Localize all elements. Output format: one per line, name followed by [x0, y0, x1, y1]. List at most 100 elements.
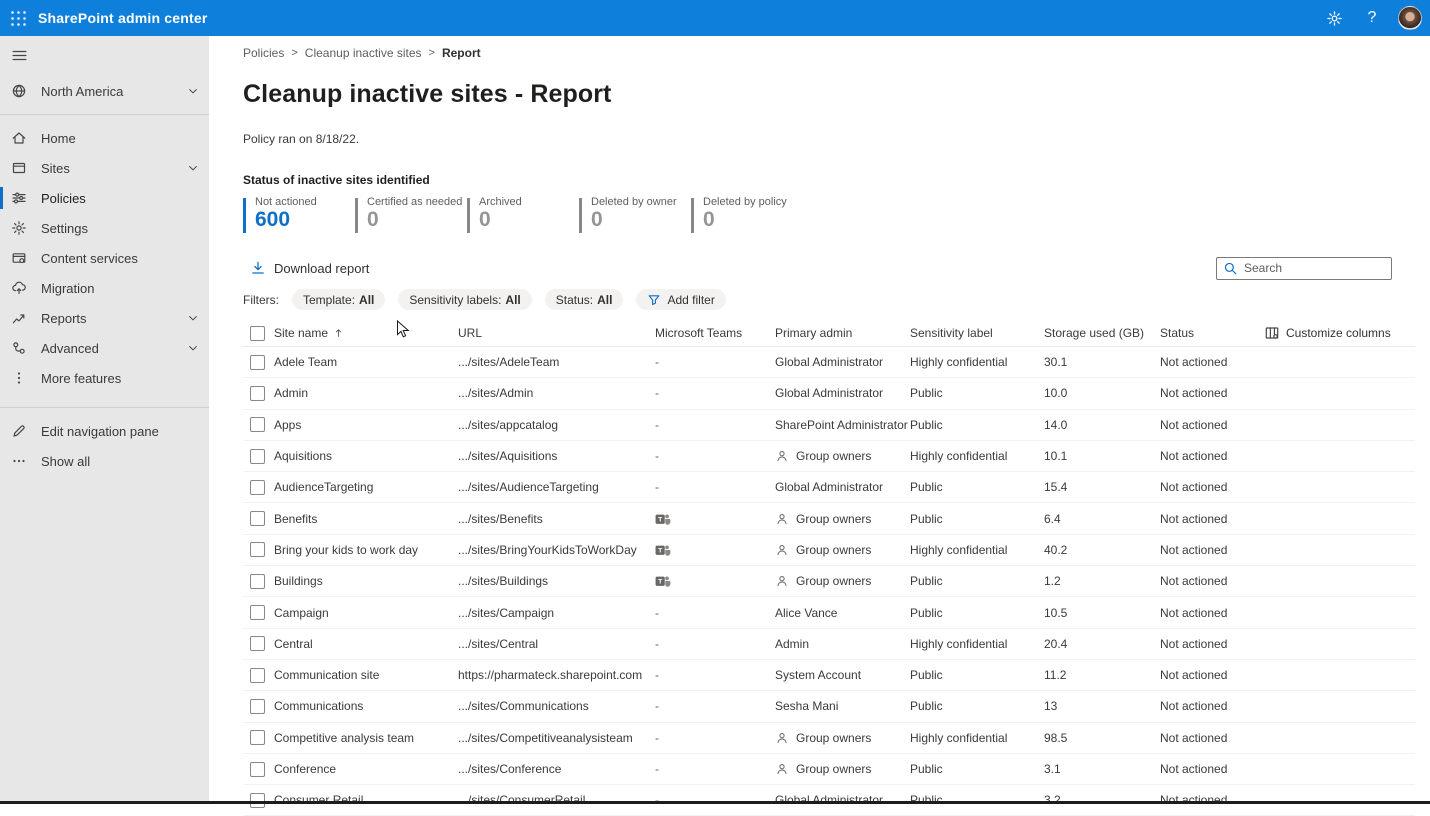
- sensitivity-label-cell: Highly confidential: [910, 731, 1044, 745]
- storage-used-cell: 13: [1044, 699, 1160, 713]
- table-row[interactable]: Central .../sites/Central - Admin Highly…: [243, 629, 1415, 660]
- sidebar-item-migration[interactable]: Migration: [0, 273, 209, 303]
- table-row[interactable]: Admin .../sites/Admin - Global Administr…: [243, 378, 1415, 409]
- column-header-sensitivity-label[interactable]: Sensitivity label: [910, 326, 1044, 340]
- primary-admin-cell: Group owners: [775, 574, 910, 588]
- column-label: URL: [458, 326, 482, 340]
- row-checkbox[interactable]: [250, 574, 265, 589]
- help-icon[interactable]: ?: [1360, 6, 1384, 30]
- divider: [0, 114, 209, 115]
- table-row[interactable]: Bring your kids to work day .../sites/Br…: [243, 535, 1415, 566]
- breadcrumb-item[interactable]: Policies: [243, 46, 284, 60]
- site-name-cell: AudienceTargeting: [274, 480, 458, 494]
- microsoft-teams-cell: -: [655, 418, 775, 432]
- customize-columns-button[interactable]: Customize columns: [1264, 325, 1415, 341]
- filter-pill[interactable]: Template: All: [292, 289, 385, 310]
- storage-used-cell: 30.1: [1044, 355, 1160, 369]
- globe-icon: [11, 83, 27, 99]
- search-box[interactable]: [1216, 257, 1392, 280]
- column-label: Site name: [274, 326, 328, 340]
- customize-columns-icon: [1264, 325, 1280, 341]
- table-row[interactable]: AudienceTargeting .../sites/AudienceTarg…: [243, 472, 1415, 503]
- sidebar-item-home[interactable]: Home: [0, 123, 209, 153]
- sidebar-item-show-all[interactable]: Show all: [0, 446, 209, 476]
- app-launcher-waffle-icon[interactable]: [0, 0, 36, 36]
- primary-admin-text: System Account: [775, 668, 861, 682]
- add-filter-button[interactable]: Add filter: [636, 289, 725, 310]
- table-row[interactable]: Adele Team .../sites/AdeleTeam - Global …: [243, 347, 1415, 378]
- column-header-url[interactable]: URL: [458, 326, 655, 340]
- row-checkbox[interactable]: [250, 417, 265, 432]
- filter-pill[interactable]: Status: All: [545, 289, 624, 310]
- stat-accent-bar: [467, 198, 470, 233]
- sidebar-item-reports[interactable]: Reports: [0, 303, 209, 333]
- row-checkbox[interactable]: [250, 762, 265, 777]
- primary-admin-text: Sesha Mani: [775, 699, 838, 713]
- row-checkbox[interactable]: [250, 699, 265, 714]
- primary-admin-text: Group owners: [796, 512, 871, 526]
- sidebar-item-policies[interactable]: Policies: [0, 183, 209, 213]
- row-checkbox[interactable]: [250, 511, 265, 526]
- filter-pill[interactable]: Sensitivity labels: All: [398, 289, 531, 310]
- column-header-status[interactable]: Status: [1160, 326, 1264, 340]
- table-row[interactable]: Conference .../sites/Conference - Group …: [243, 754, 1415, 785]
- site-name-cell: Conference: [274, 762, 458, 776]
- row-checkbox[interactable]: [250, 668, 265, 683]
- filter-pill-name: Status:: [556, 293, 593, 307]
- table-row[interactable]: Communications .../sites/Communications …: [243, 691, 1415, 722]
- filter-pill-value: All: [359, 293, 374, 307]
- site-name-cell: Admin: [274, 386, 458, 400]
- storage-used-cell: 3.1: [1044, 762, 1160, 776]
- row-checkbox[interactable]: [250, 636, 265, 651]
- stat-value: 0: [591, 208, 677, 232]
- row-checkbox[interactable]: [250, 355, 265, 370]
- table-row[interactable]: Buildings .../sites/Buildings T Group ow…: [243, 566, 1415, 597]
- row-checkbox[interactable]: [250, 605, 265, 620]
- customize-columns-label: Customize columns: [1286, 326, 1391, 340]
- top-app-bar: SharePoint admin center ?: [0, 0, 1430, 36]
- table-row[interactable]: Benefits .../sites/Benefits T Group owne…: [243, 503, 1415, 534]
- search-input[interactable]: [1244, 261, 1385, 275]
- stat-value: 0: [703, 208, 787, 232]
- stats-heading: Status of inactive sites identified: [243, 173, 1415, 187]
- primary-admin-cell: Group owners: [775, 449, 910, 463]
- row-checkbox[interactable]: [250, 480, 265, 495]
- user-avatar[interactable]: [1398, 6, 1422, 30]
- sidebar-item-content-services[interactable]: Content services: [0, 243, 209, 273]
- column-header-storage-used[interactable]: Storage used (GB): [1044, 326, 1160, 340]
- settings-gear-icon[interactable]: [1322, 6, 1346, 30]
- sensitivity-label-cell: Highly confidential: [910, 355, 1044, 369]
- stat-label: Archived: [479, 196, 522, 208]
- sidebar-item-advanced[interactable]: Advanced: [0, 333, 209, 363]
- primary-admin-text: Admin: [775, 637, 809, 651]
- stat-accent-bar: [355, 198, 358, 233]
- column-header-microsoft-teams[interactable]: Microsoft Teams: [655, 326, 775, 340]
- row-checkbox[interactable]: [250, 449, 265, 464]
- sites-icon: [11, 160, 27, 176]
- more-features-icon: [11, 370, 27, 386]
- advanced-icon: [11, 340, 27, 356]
- sidebar-item-more-features[interactable]: More features: [0, 363, 209, 393]
- reports-icon: [11, 310, 27, 326]
- table-row[interactable]: Campaign .../sites/Campaign - Alice Vanc…: [243, 597, 1415, 628]
- select-all-checkbox[interactable]: [250, 326, 265, 341]
- sidebar-item-edit-navigation-pane[interactable]: Edit navigation pane: [0, 416, 209, 446]
- row-checkbox[interactable]: [250, 730, 265, 745]
- table-row[interactable]: Apps .../sites/appcatalog - SharePoint A…: [243, 410, 1415, 441]
- table-row[interactable]: Aquisitions .../sites/Aquisitions - Grou…: [243, 441, 1415, 472]
- primary-admin-text: Global Administrator: [775, 480, 883, 494]
- collapse-nav-hamburger-icon[interactable]: [0, 40, 40, 70]
- column-header-site-name[interactable]: Site name: [274, 326, 458, 340]
- table-body: Adele Team .../sites/AdeleTeam - Global …: [243, 347, 1415, 816]
- breadcrumb-item[interactable]: Cleanup inactive sites: [305, 46, 422, 60]
- table-row[interactable]: Competitive analysis team .../sites/Comp…: [243, 723, 1415, 754]
- row-checkbox[interactable]: [250, 386, 265, 401]
- table-row[interactable]: Communication site https://pharmateck.sh…: [243, 660, 1415, 691]
- column-header-primary-admin[interactable]: Primary admin: [775, 326, 910, 340]
- download-report-button[interactable]: Download report: [250, 260, 369, 276]
- sidebar-item-settings[interactable]: Settings: [0, 213, 209, 243]
- row-checkbox[interactable]: [250, 542, 265, 557]
- status-cell: Not actioned: [1160, 512, 1264, 526]
- geo-selector[interactable]: North America: [0, 76, 209, 106]
- sidebar-item-sites[interactable]: Sites: [0, 153, 209, 183]
